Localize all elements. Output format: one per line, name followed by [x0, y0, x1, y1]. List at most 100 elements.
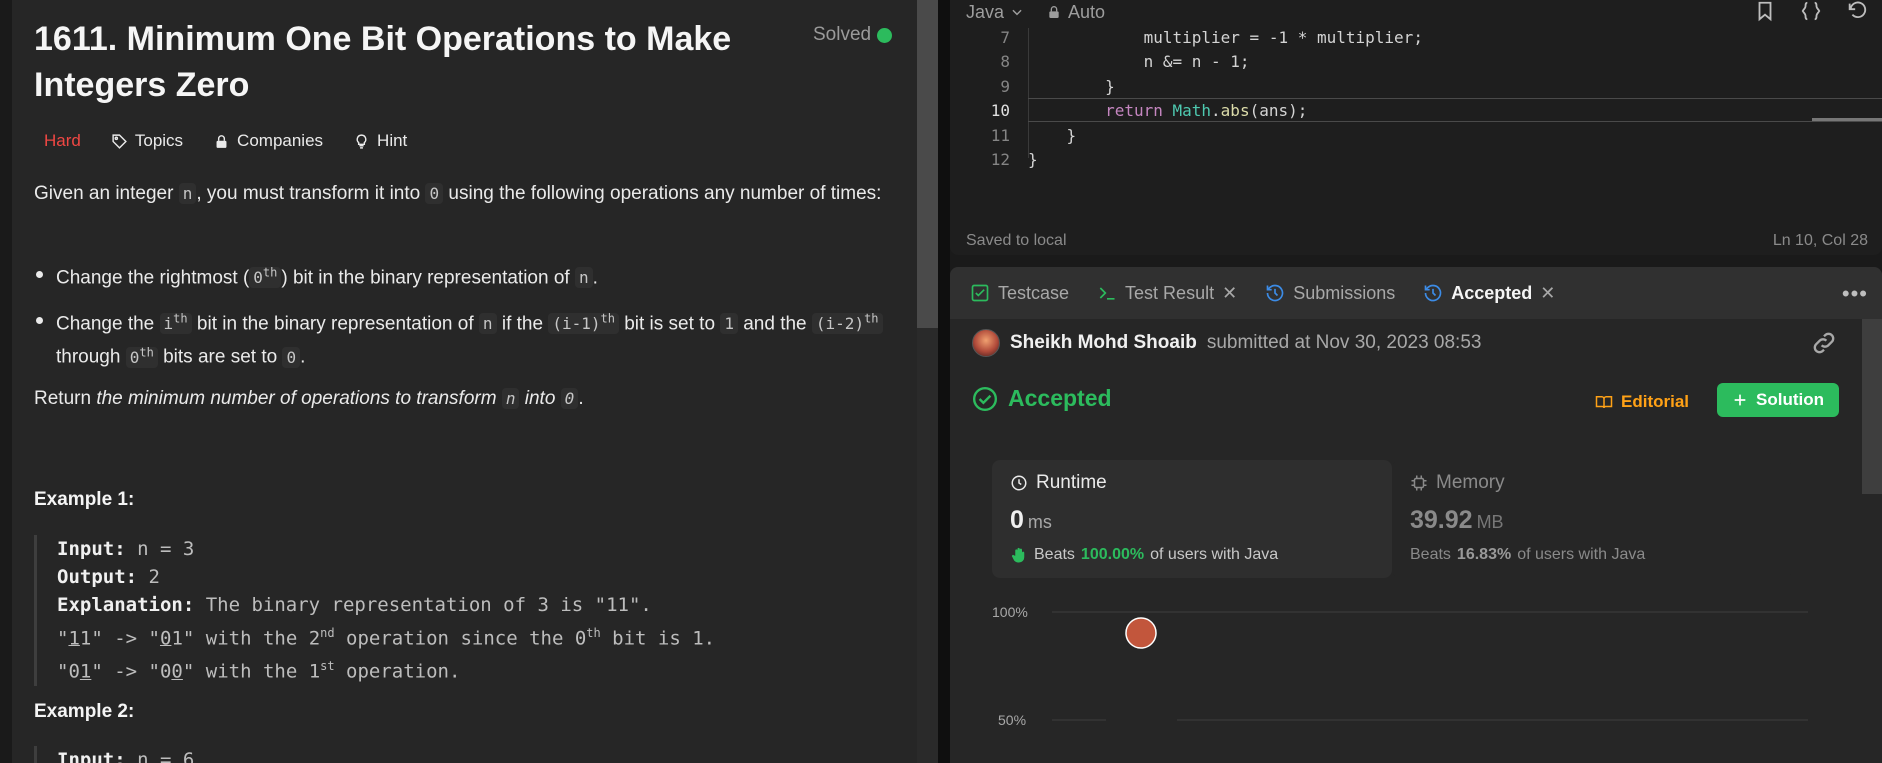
- topics-button[interactable]: Topics: [101, 128, 193, 154]
- bookmark-icon[interactable]: [1754, 0, 1776, 22]
- panel-resize-handle[interactable]: [938, 0, 950, 763]
- code-line: return Math.abs(ans);: [1028, 101, 1307, 120]
- line-number: 10: [990, 101, 1010, 120]
- plus-icon: [1734, 394, 1746, 406]
- tab-label: Accepted: [1451, 282, 1533, 303]
- line-number: 12: [990, 150, 1010, 169]
- operation-bullet-2: Change the ith bit in the binary represe…: [34, 305, 894, 372]
- mode-label: Auto: [1068, 1, 1106, 22]
- inline-code: 0: [282, 346, 301, 368]
- result-panel: Testcase Test Result ✕ Submissions Accep…: [950, 267, 1882, 763]
- problem-intro: Given an integer n, you must transform i…: [34, 179, 894, 208]
- example-1-block: Input: n = 3 Output: 2 Explanation: The …: [34, 535, 874, 686]
- clock-icon: [1011, 475, 1027, 491]
- editor-actions: [1754, 0, 1868, 22]
- runtime-card[interactable]: Runtime 0 ms Beats 100.00% of users with …: [992, 460, 1392, 578]
- submitter-name[interactable]: Sheikh Mohd Shoaib: [1010, 332, 1197, 354]
- companies-button[interactable]: Companies: [203, 128, 333, 154]
- code-line: }: [1028, 126, 1077, 145]
- line-number: 8: [1000, 52, 1010, 71]
- beats-label: Beats: [1410, 546, 1451, 563]
- code-editor[interactable]: Java Auto 7 multiplier = -1 * multiplier…: [950, 0, 1882, 255]
- inline-code: 0th: [249, 266, 282, 289]
- bullet-dot: [36, 271, 43, 278]
- explanation-label: Explanation:: [57, 594, 195, 616]
- tab-submissions[interactable]: Submissions: [1265, 283, 1395, 304]
- hint-label: Hint: [377, 131, 408, 150]
- example-2-heading: Example 2:: [34, 701, 135, 722]
- example-1-heading: Example 1:: [34, 489, 135, 510]
- inline-code: 0: [560, 388, 579, 409]
- memory-beats: Beats 16.83% of users with Java: [1410, 546, 1645, 564]
- reset-icon[interactable]: [1846, 0, 1868, 22]
- intro-text: using the following operations any numbe…: [443, 183, 882, 204]
- inline-code: 1: [720, 313, 738, 335]
- tab-testcase[interactable]: Testcase: [970, 283, 1069, 304]
- intro-text: , you must transform it into: [196, 183, 426, 204]
- bullet-text: bit is set to: [618, 313, 721, 335]
- superscript: th: [262, 266, 278, 280]
- code-line: multiplier = -1 * multiplier;: [1028, 28, 1423, 47]
- share-link-icon[interactable]: [1810, 329, 1838, 357]
- auto-mode-toggle[interactable]: Auto: [1046, 2, 1105, 23]
- runtime-beats-percent: 100.00%: [1080, 546, 1145, 563]
- bullet-text: and the: [737, 313, 812, 335]
- tab-accepted[interactable]: Accepted ✕: [1423, 283, 1555, 304]
- solution-button[interactable]: Solution: [1717, 383, 1839, 417]
- tab-label: Test Result: [1125, 282, 1215, 303]
- language-label: Java: [966, 1, 1005, 22]
- bullet-text: Change the rightmost (: [56, 267, 250, 289]
- inline-code: (i-2)th: [811, 312, 883, 335]
- bullet-text: ) bit in the binary representation of: [281, 267, 575, 289]
- return-text: the minimum number of operations to tran…: [96, 388, 502, 409]
- operation-bullet-1: Change the rightmost (0th) bit in the bi…: [34, 259, 894, 292]
- language-select[interactable]: Java: [966, 2, 1024, 23]
- avatar[interactable]: [972, 329, 1000, 357]
- superscript: st: [320, 659, 335, 674]
- runtime-label: Runtime: [1036, 472, 1107, 493]
- tab-label: Testcase: [998, 282, 1070, 303]
- lightbulb-icon: [356, 133, 367, 149]
- output-label: Output:: [57, 566, 138, 588]
- verdict-label: Accepted: [1008, 385, 1112, 411]
- lock-icon: [1049, 6, 1059, 18]
- editor-scroll-marker: [1812, 118, 1882, 121]
- editor-toolbar: Java Auto: [966, 0, 1105, 24]
- input-label: Input:: [57, 749, 126, 763]
- runtime-number: 0: [1010, 506, 1024, 534]
- function-name: abs: [1220, 101, 1250, 120]
- close-icon[interactable]: ✕: [1222, 283, 1237, 304]
- bullet-dot: [36, 317, 43, 324]
- tab-test-result[interactable]: Test Result ✕: [1097, 283, 1237, 304]
- superscript: nd: [320, 626, 335, 640]
- memory-label: Memory: [1436, 472, 1505, 493]
- input-value: n = 3: [125, 538, 195, 560]
- code-line: }: [1028, 150, 1038, 169]
- beats-suffix: of users with Java: [1517, 546, 1646, 563]
- editorial-button[interactable]: Editorial: [1595, 392, 1689, 412]
- explanation-text: 1" -> ": [79, 627, 160, 650]
- inline-code: n: [478, 313, 497, 335]
- memory-card[interactable]: Memory 39.92 MB Beats 16.83% of users wit…: [1392, 460, 1792, 578]
- result-scrollbar-thumb[interactable]: [1862, 319, 1882, 494]
- runtime-header: Runtime: [1010, 472, 1107, 494]
- explanation-text: operation since the 0: [334, 627, 587, 650]
- more-options-icon[interactable]: •••: [1842, 281, 1868, 307]
- explanation-text: 1: [68, 627, 80, 650]
- explanation-text: " -> "0: [91, 660, 172, 683]
- inline-code: 0: [425, 183, 444, 204]
- hint-button[interactable]: Hint: [343, 128, 417, 154]
- format-braces-icon[interactable]: [1800, 0, 1822, 22]
- tag-row: Hard Topics Companies Hint: [34, 128, 417, 154]
- bullet-text: bit in the binary representation of: [191, 313, 479, 335]
- problem-scrollbar-thumb[interactable]: [917, 0, 938, 328]
- check-circle-icon: [972, 386, 998, 411]
- bullet-text: bits are set to: [157, 346, 283, 368]
- runtime-unit: ms: [1027, 512, 1052, 532]
- chip-icon: [1411, 475, 1427, 491]
- submission-time: submitted at Nov 30, 2023 08:53: [1206, 332, 1482, 353]
- close-icon[interactable]: ✕: [1540, 283, 1555, 304]
- user-avatar-marker[interactable]: [1125, 617, 1157, 649]
- code-line: }: [1028, 77, 1115, 96]
- beats-label: Beats: [1034, 546, 1075, 563]
